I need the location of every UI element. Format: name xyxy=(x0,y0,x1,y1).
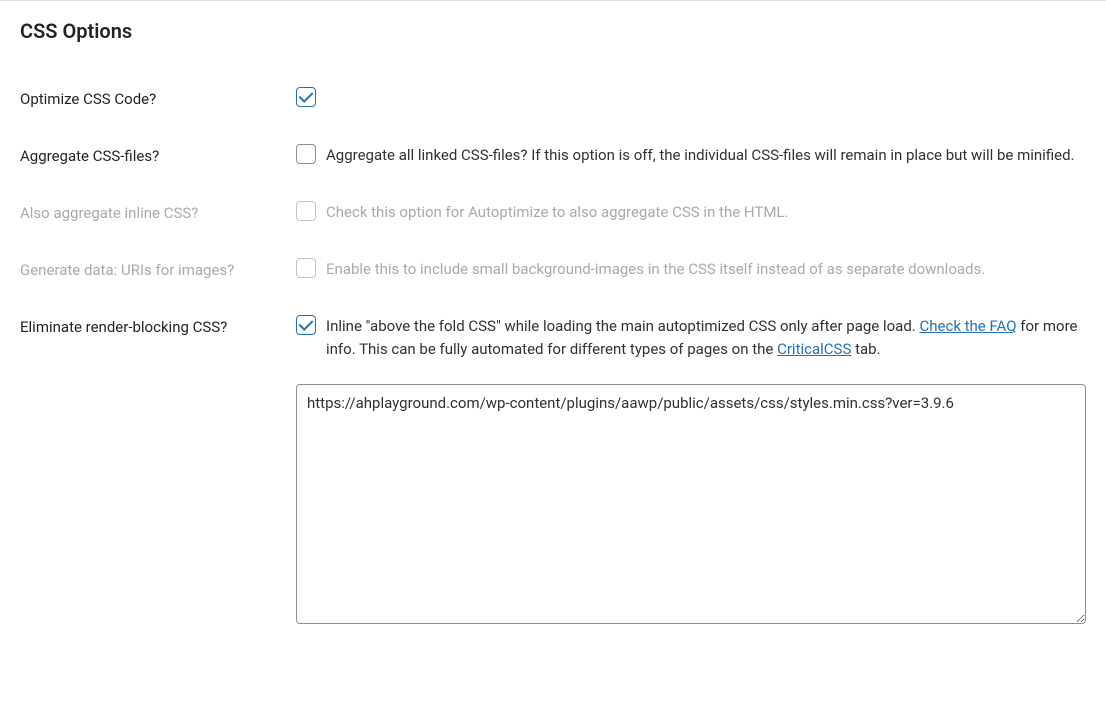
label-aggregate-inline-css: Also aggregate inline CSS? xyxy=(20,185,296,242)
row-critical-css-textarea xyxy=(20,376,1086,647)
row-data-uris: Generate data: URIs for images? Enable t… xyxy=(20,242,1086,299)
desc-aggregate-inline-css: Check this option for Autoptimize to als… xyxy=(326,201,1086,224)
link-criticalcss[interactable]: CriticalCSS xyxy=(777,340,851,358)
row-optimize-css: Optimize CSS Code? xyxy=(20,71,1086,128)
label-optimize-css: Optimize CSS Code? xyxy=(20,71,296,128)
checkbox-data-uris xyxy=(296,258,316,278)
section-title: CSS Options xyxy=(20,19,1086,43)
critical-css-textarea[interactable] xyxy=(296,384,1086,624)
desc-data-uris: Enable this to include small background-… xyxy=(326,258,1086,281)
row-aggregate-css: Aggregate CSS-files? Aggregate all linke… xyxy=(20,128,1086,185)
row-aggregate-inline-css: Also aggregate inline CSS? Check this op… xyxy=(20,185,1086,242)
row-eliminate-render-blocking: Eliminate render-blocking CSS? Inline "a… xyxy=(20,299,1086,376)
label-aggregate-css: Aggregate CSS-files? xyxy=(20,128,296,185)
link-check-faq[interactable]: Check the FAQ xyxy=(919,317,1016,335)
label-critical-css-textarea xyxy=(20,376,296,647)
css-options-table: Optimize CSS Code? Aggregate CSS-files? … xyxy=(20,71,1086,647)
checkbox-optimize-css[interactable] xyxy=(296,87,316,107)
checkbox-aggregate-inline-css xyxy=(296,201,316,221)
css-options-panel: CSS Options Optimize CSS Code? Aggregate… xyxy=(0,0,1106,667)
label-data-uris: Generate data: URIs for images? xyxy=(20,242,296,299)
checkbox-aggregate-css[interactable] xyxy=(296,144,316,164)
desc-eliminate-render-blocking: Inline "above the fold CSS" while loadin… xyxy=(326,315,1086,360)
checkbox-eliminate-render-blocking[interactable] xyxy=(296,315,316,335)
desc-aggregate-css: Aggregate all linked CSS-files? If this … xyxy=(326,144,1086,167)
label-eliminate-render-blocking: Eliminate render-blocking CSS? xyxy=(20,299,296,376)
